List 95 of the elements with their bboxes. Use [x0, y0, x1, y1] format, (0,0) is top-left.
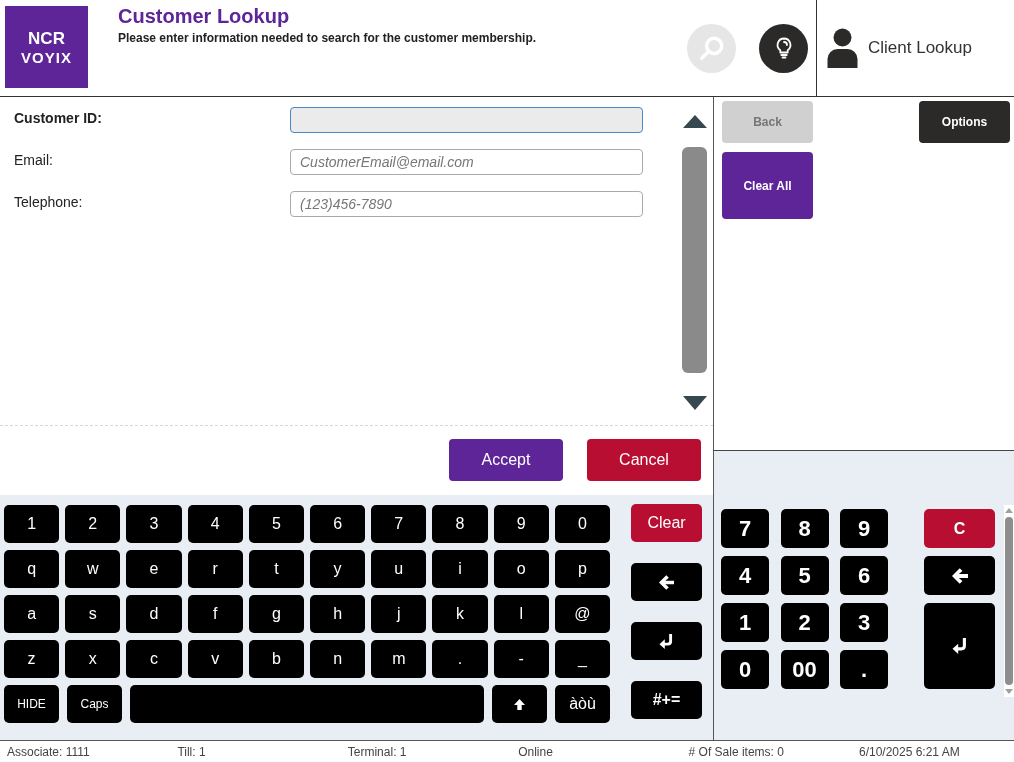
search-icon — [698, 35, 725, 61]
logo-text: VOYIX — [21, 49, 72, 65]
keyboard-key[interactable]: n — [310, 640, 366, 678]
keyboard-key[interactable]: a — [4, 595, 60, 633]
cancel-button[interactable]: Cancel — [587, 439, 701, 481]
status-text: # Of Sale items: 0 — [687, 743, 785, 761]
input-field[interactable] — [290, 107, 643, 133]
field-label: Email: — [14, 151, 54, 170]
keyboard-key[interactable]: 7 — [371, 505, 427, 543]
keyboard-key[interactable]: HIDE — [4, 685, 59, 723]
keyboard-key[interactable]: 3 — [126, 505, 182, 543]
scrollbar-thumb[interactable] — [682, 147, 707, 373]
keyboard-key[interactable]: t — [248, 550, 304, 588]
numpad-key[interactable]: 00 — [780, 650, 829, 689]
clear-key[interactable]: C — [924, 509, 995, 548]
scrollbar[interactable] — [1004, 505, 1014, 697]
keyboard-key[interactable]: x — [65, 640, 121, 678]
numpad-key[interactable]: 2 — [780, 603, 829, 642]
numpad-key[interactable]: 7 — [721, 509, 769, 548]
return-arrow-icon — [659, 633, 674, 649]
numpad-key[interactable]: 9 — [840, 509, 888, 548]
keyboard-key[interactable]: b — [248, 640, 304, 678]
triangle-up-icon[interactable] — [682, 115, 707, 128]
numpad-key[interactable]: 4 — [721, 556, 769, 595]
keyboard-key[interactable]: c — [126, 640, 182, 678]
accept-button[interactable]: Accept — [449, 439, 563, 481]
keyboard-key[interactable]: s — [65, 595, 121, 633]
keyboard-key[interactable]: d — [126, 595, 182, 633]
keyboard-key[interactable]: @ — [554, 595, 610, 633]
return-arrow-icon — [951, 638, 968, 654]
page-title: Customer Lookup — [118, 4, 291, 28]
field-label: Customer ID: — [14, 109, 103, 128]
keyboard-key[interactable]: - — [493, 640, 549, 678]
numpad-key[interactable]: 5 — [780, 556, 829, 595]
keyboard-key[interactable]: r — [187, 550, 243, 588]
keyboard-key[interactable]: m — [371, 640, 427, 678]
keyboard-key[interactable]: p — [554, 550, 610, 588]
backspace-key[interactable] — [631, 563, 702, 601]
numpad-key[interactable]: 0 — [721, 650, 769, 689]
numpad-key[interactable]: 3 — [840, 603, 888, 642]
field-label: Telephone: — [14, 193, 84, 212]
status-text: Till: 1 — [176, 743, 207, 761]
keyboard-key[interactable]: 5 — [248, 505, 304, 543]
keyboard-key[interactable]: h — [310, 595, 366, 633]
status-text: Online — [517, 743, 554, 761]
keyboard-key[interactable]: 8 — [432, 505, 488, 543]
status-text: Terminal: 1 — [346, 743, 408, 761]
keyboard-key[interactable]: _ — [554, 640, 610, 678]
status-text: Associate: 1111 — [6, 743, 91, 761]
keyboard-key[interactable]: 1 — [4, 505, 60, 543]
page-subtitle: Please enter information needed to search for the customer membership. — [118, 30, 538, 46]
arrow-up-icon — [514, 698, 525, 710]
keyboard-key[interactable]: . — [432, 640, 488, 678]
keyboard-key[interactable]: 4 — [187, 505, 243, 543]
triangle-down-icon[interactable] — [682, 396, 707, 410]
keyboard-key[interactable]: u — [371, 550, 427, 588]
keyboard-key[interactable]: f — [187, 595, 243, 633]
panel-button[interactable]: Clear All — [722, 152, 813, 219]
input-field[interactable]: CustomerEmail@email.com — [290, 149, 643, 175]
keyboard-key[interactable]: 6 — [310, 505, 366, 543]
shift-key[interactable] — [492, 685, 547, 723]
symbols-key[interactable]: #+= — [631, 681, 702, 719]
person-icon — [826, 28, 859, 68]
keyboard-key[interactable]: Caps — [67, 685, 122, 723]
keyboard-key[interactable]: 2 — [65, 505, 121, 543]
keyboard-key[interactable]: 0 — [554, 505, 610, 543]
backspace-key[interactable] — [924, 556, 995, 595]
arrow-left-icon — [659, 574, 674, 590]
keyboard-key[interactable]: o — [493, 550, 549, 588]
keyboard-key[interactable]: g — [248, 595, 304, 633]
arrow-left-icon — [951, 567, 968, 584]
clear-key[interactable]: Clear — [631, 504, 702, 542]
numpad-key[interactable]: 6 — [840, 556, 888, 595]
status-text: 6/10/2025 6:21 AM — [857, 743, 961, 761]
input-field[interactable]: (123)456-7890 — [290, 191, 643, 217]
keyboard-key[interactable]: àòù — [555, 685, 610, 723]
keyboard-key[interactable]: z — [4, 640, 60, 678]
keyboard-key[interactable]: q — [4, 550, 60, 588]
keyboard-key[interactable]: k — [432, 595, 488, 633]
numpad-key[interactable]: . — [840, 650, 888, 689]
numpad-key[interactable]: 8 — [780, 509, 829, 548]
keyboard-key[interactable]: i — [432, 550, 488, 588]
hint-button[interactable] — [759, 23, 808, 73]
keyboard-key[interactable]: v — [187, 640, 243, 678]
keyboard-key[interactable]: e — [126, 550, 182, 588]
keyboard-key[interactable]: j — [371, 595, 427, 633]
keyboard-key[interactable]: w — [65, 550, 121, 588]
keyboard-key[interactable]: y — [310, 550, 366, 588]
logo-text: NCR — [28, 29, 65, 47]
enter-key[interactable] — [631, 622, 702, 660]
numpad-key[interactable]: 1 — [721, 603, 769, 642]
client-lookup-label: Client Lookup — [868, 37, 972, 60]
panel-button[interactable]: Options — [919, 101, 1010, 143]
keyboard-key[interactable]: 9 — [493, 505, 549, 543]
keyboard-key[interactable]: l — [493, 595, 549, 633]
